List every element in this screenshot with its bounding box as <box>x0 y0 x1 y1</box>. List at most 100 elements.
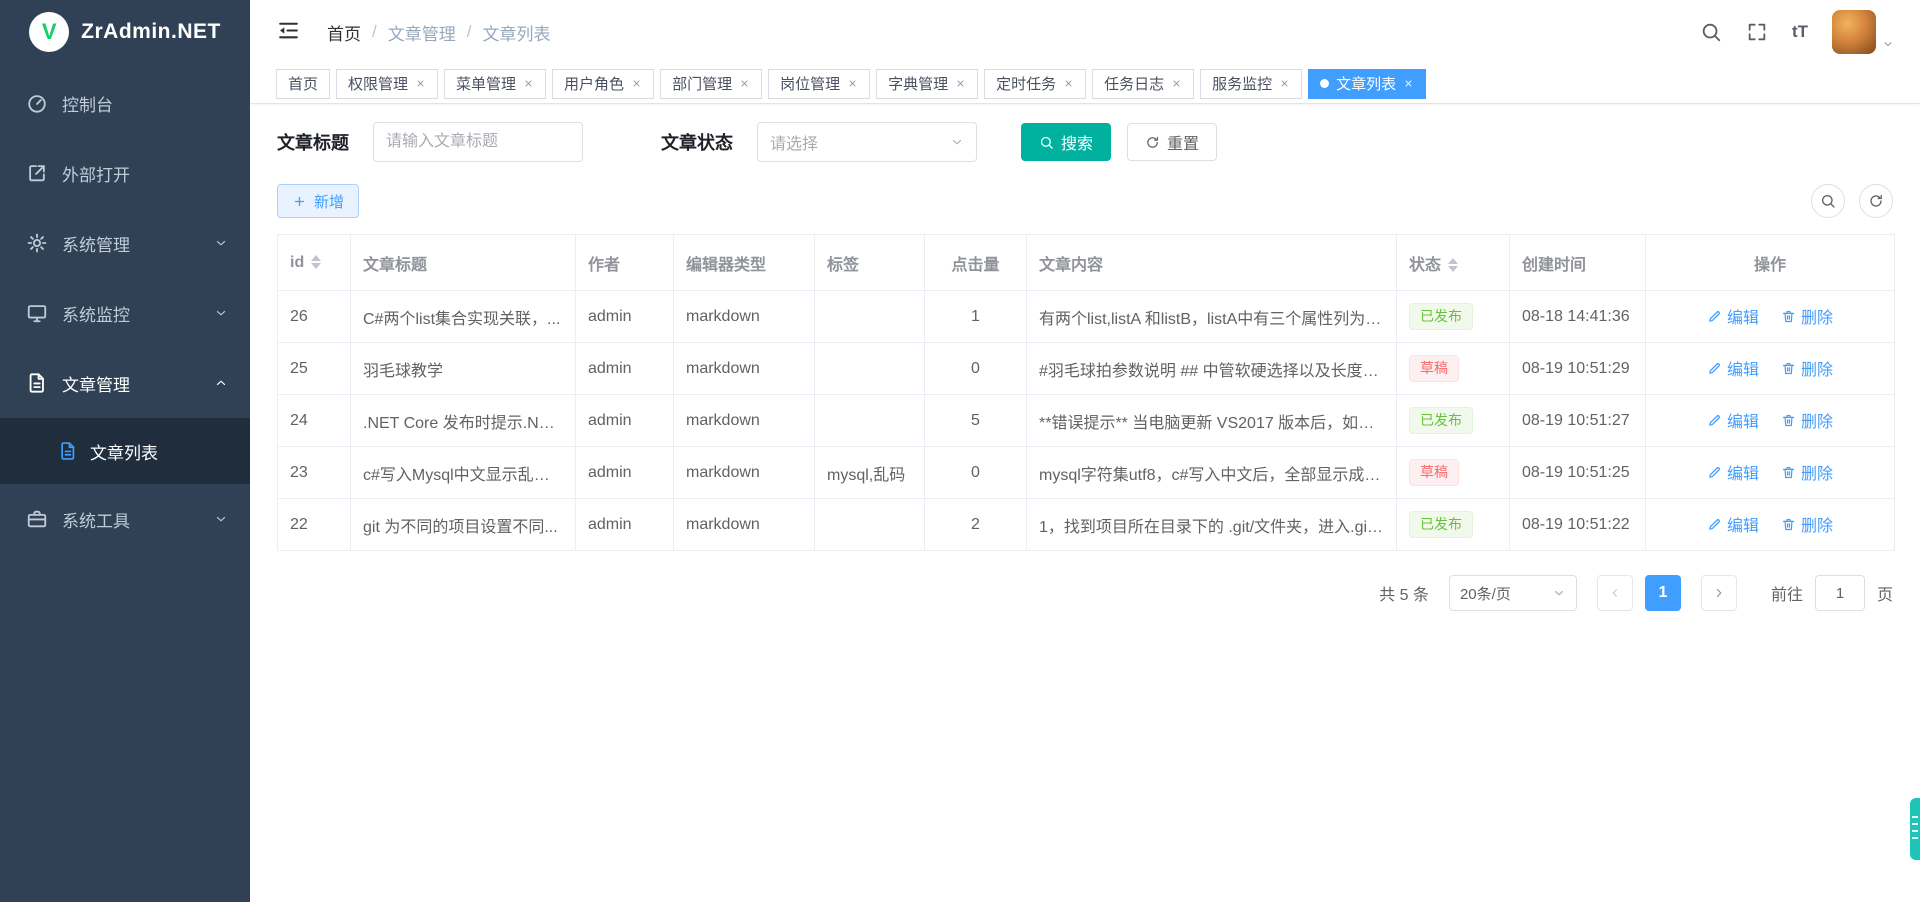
column-header-status[interactable]: 状态 <box>1397 235 1510 291</box>
cell-title: 羽毛球教学 <box>351 343 576 395</box>
cell-tags <box>815 395 925 447</box>
chevron-right-icon <box>1712 586 1726 600</box>
sort-caret-icon[interactable] <box>1448 258 1458 272</box>
tab-close-icon[interactable] <box>415 78 426 89</box>
tab-close-icon[interactable] <box>631 78 642 89</box>
sidebar-toggle-button[interactable] <box>276 18 301 46</box>
tab-post[interactable]: 岗位管理 <box>768 69 870 99</box>
page-size-select[interactable]: 20条/页 <box>1449 575 1577 611</box>
article-title-input[interactable] <box>373 122 583 162</box>
edit-article-link[interactable]: 编辑 <box>1707 356 1759 380</box>
delete-article-link[interactable]: 删除 <box>1781 304 1833 328</box>
fullscreen-icon[interactable] <box>1746 21 1768 43</box>
tab-close-icon[interactable] <box>847 78 858 89</box>
toggle-search-button[interactable] <box>1811 184 1845 218</box>
tab-article-list[interactable]: 文章列表 <box>1308 69 1426 99</box>
chevron-down-icon[interactable] <box>1882 38 1894 50</box>
sidebar-item-system-monitor[interactable]: 系统监控 <box>0 278 250 348</box>
pagination-page-1[interactable]: 1 <box>1645 575 1681 611</box>
article-status-label: 文章状态 <box>661 129 733 155</box>
column-header-tags: 标签 <box>815 235 925 291</box>
tab-close-icon[interactable] <box>739 78 750 89</box>
column-header-clicks: 点击量 <box>925 235 1027 291</box>
delete-article-link[interactable]: 删除 <box>1781 356 1833 380</box>
breadcrumb-separator: / <box>467 22 472 42</box>
sidebar-item-external-open[interactable]: 外部打开 <box>0 138 250 208</box>
add-article-button[interactable]: 新增 <box>277 184 359 218</box>
reset-button[interactable]: 重置 <box>1127 123 1217 161</box>
pagination-goto-input[interactable] <box>1815 575 1865 611</box>
delete-article-link[interactable]: 删除 <box>1781 460 1833 484</box>
sidebar-item-article-admin[interactable]: 文章管理 <box>0 348 250 418</box>
table-toolbar: 新增 <box>277 184 1893 218</box>
column-label: 文章内容 <box>1039 257 1103 274</box>
cell-id: 25 <box>278 343 351 395</box>
tab-label: 权限管理 <box>348 73 408 94</box>
app-logo[interactable]: V ZrAdmin.NET <box>0 0 250 64</box>
cell-id: 26 <box>278 291 351 343</box>
delete-article-link-label: 删除 <box>1801 408 1833 432</box>
tab-close-icon[interactable] <box>1279 78 1290 89</box>
select-placeholder: 请选择 <box>770 130 818 154</box>
sidebar-item-system-admin[interactable]: 系统管理 <box>0 208 250 278</box>
cell-actions: 编辑删除 <box>1646 447 1895 499</box>
column-header-created: 创建时间 <box>1510 235 1646 291</box>
cell-author: admin <box>576 447 674 499</box>
sidebar-item-system-tools[interactable]: 系统工具 <box>0 484 250 554</box>
edit-article-link[interactable]: 编辑 <box>1707 304 1759 328</box>
refresh-table-button[interactable] <box>1859 184 1893 218</box>
tab-perm[interactable]: 权限管理 <box>336 69 438 99</box>
cell-content: **错误提示** 当电脑更新 VS2017 版本后，如果... <box>1027 395 1397 447</box>
cell-editor: markdown <box>674 499 815 551</box>
cell-author: admin <box>576 395 674 447</box>
tab-dict[interactable]: 字典管理 <box>876 69 978 99</box>
pagination-next-button[interactable] <box>1701 575 1737 611</box>
sort-caret-icon[interactable] <box>311 255 321 269</box>
edit-article-link[interactable]: 编辑 <box>1707 408 1759 432</box>
sidebar-item-label: 系统管理 <box>62 231 130 256</box>
search-button[interactable]: 搜索 <box>1021 123 1111 161</box>
cell-clicks: 1 <box>925 291 1027 343</box>
tab-close-icon[interactable] <box>1063 78 1074 89</box>
articles-table: id文章标题作者编辑器类型标签点击量文章内容状态创建时间操作 26C#两个lis… <box>277 234 1895 551</box>
tab-job-log[interactable]: 任务日志 <box>1092 69 1194 99</box>
tab-close-icon[interactable] <box>1403 78 1414 89</box>
cell-status: 已发布 <box>1397 395 1510 447</box>
cell-actions: 编辑删除 <box>1646 499 1895 551</box>
pagination-prev-button[interactable] <box>1597 575 1633 611</box>
font-size-icon[interactable]: tT <box>1792 22 1808 42</box>
tab-close-icon[interactable] <box>523 78 534 89</box>
sidebar-item-console[interactable]: 控制台 <box>0 68 250 138</box>
delete-article-link[interactable]: 删除 <box>1781 512 1833 536</box>
sidebar-item-article-list[interactable]: 文章列表 <box>0 418 250 484</box>
external-link-icon <box>26 162 48 184</box>
tab-menu[interactable]: 菜单管理 <box>444 69 546 99</box>
user-avatar[interactable] <box>1832 10 1876 54</box>
tab-close-icon[interactable] <box>1171 78 1182 89</box>
article-status-select[interactable]: 请选择 <box>757 122 977 162</box>
cell-content: #羽毛球拍参数说明 ## 中管软硬选择以及长度介... <box>1027 343 1397 395</box>
sidebar-item-label: 文章列表 <box>90 439 158 464</box>
tab-label: 菜单管理 <box>456 73 516 94</box>
tab-user-role[interactable]: 用户角色 <box>552 69 654 99</box>
tab-home[interactable]: 首页 <box>276 69 330 99</box>
right-edge-widget[interactable] <box>1910 798 1920 860</box>
cell-actions: 编辑删除 <box>1646 291 1895 343</box>
tab-label: 字典管理 <box>888 73 948 94</box>
edit-article-link[interactable]: 编辑 <box>1707 512 1759 536</box>
cell-id: 22 <box>278 499 351 551</box>
column-header-title: 文章标题 <box>351 235 576 291</box>
tab-dept[interactable]: 部门管理 <box>660 69 762 99</box>
tab-close-icon[interactable] <box>955 78 966 89</box>
column-header-id[interactable]: id <box>278 235 351 291</box>
edit-article-link[interactable]: 编辑 <box>1707 460 1759 484</box>
tab-server-monitor[interactable]: 服务监控 <box>1200 69 1302 99</box>
cell-editor: markdown <box>674 447 815 499</box>
topbar-tools: tT <box>1700 10 1894 54</box>
tab-job[interactable]: 定时任务 <box>984 69 1086 99</box>
pagination-goto-label: 前往 <box>1771 581 1803 605</box>
breadcrumb-item[interactable]: 首页 <box>327 20 361 45</box>
delete-article-link[interactable]: 删除 <box>1781 408 1833 432</box>
search-icon[interactable] <box>1700 21 1722 43</box>
active-tab-dot <box>1320 79 1329 88</box>
